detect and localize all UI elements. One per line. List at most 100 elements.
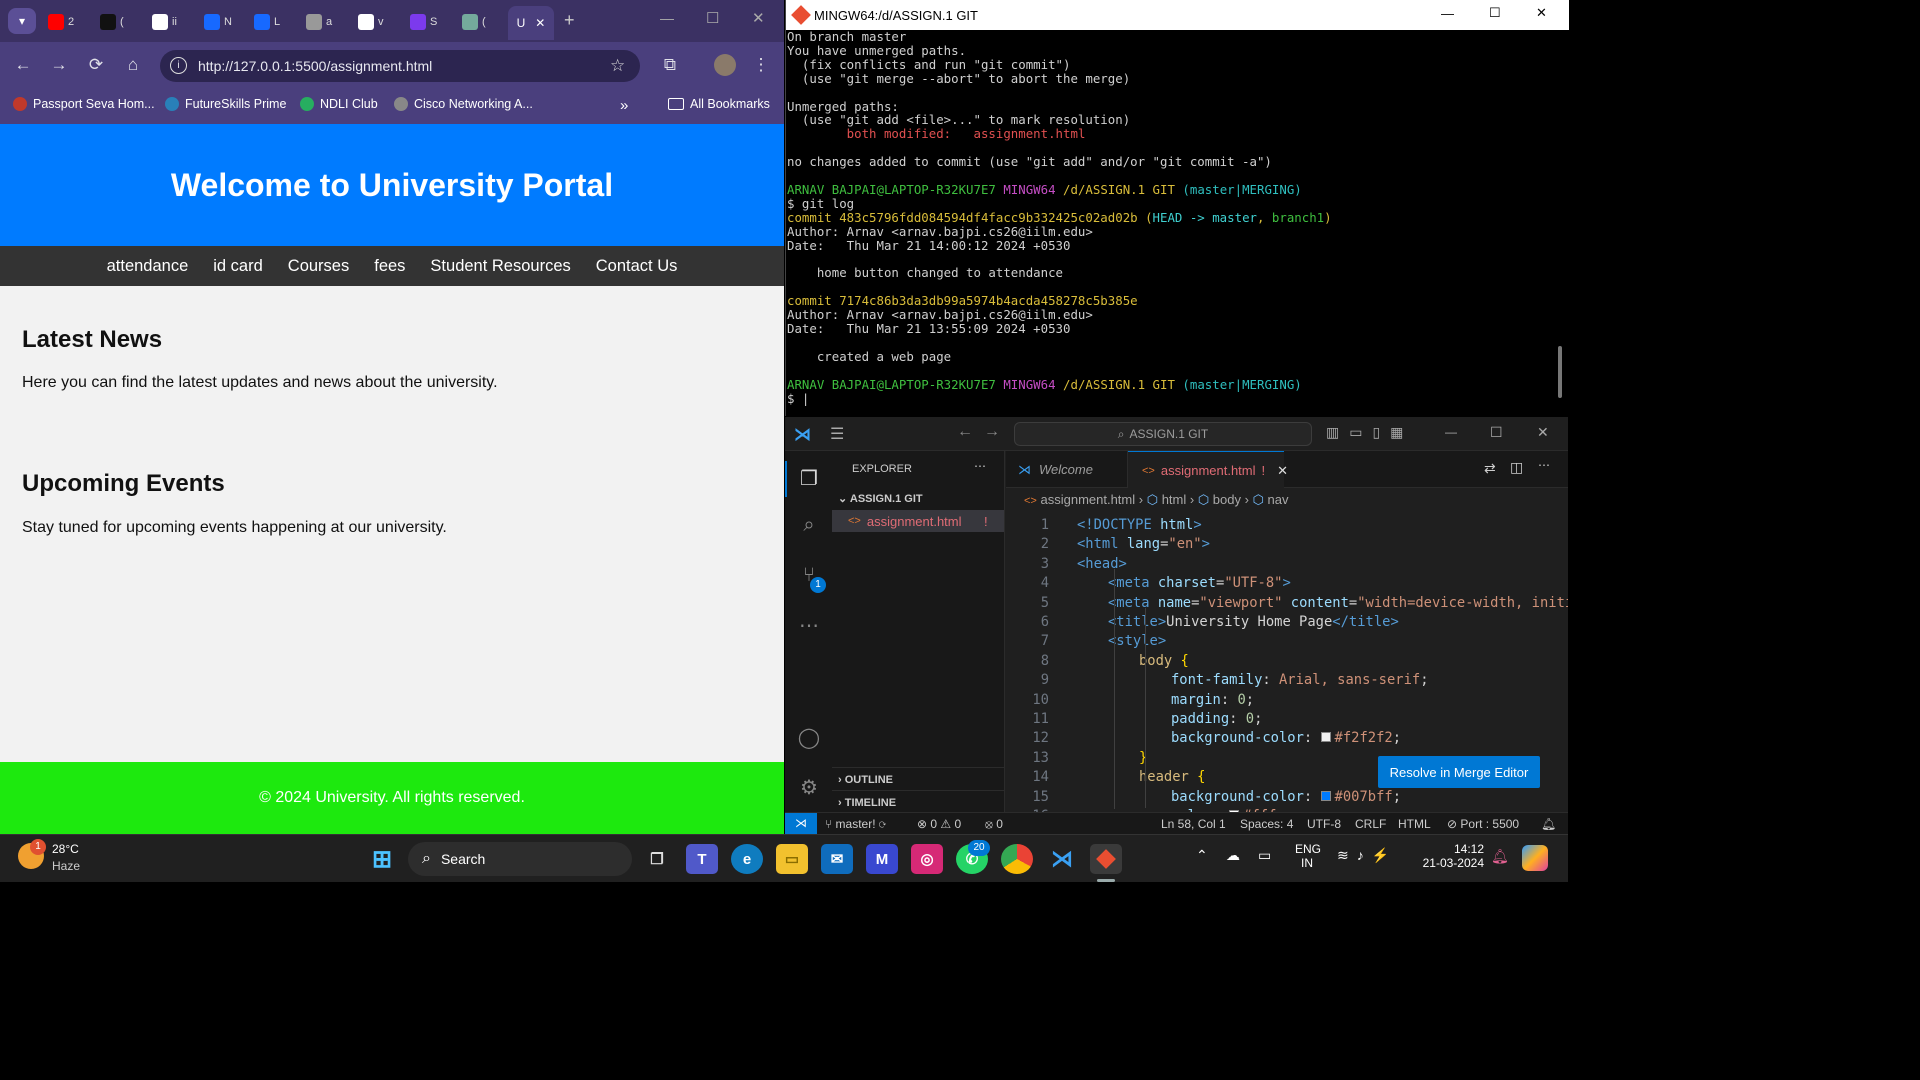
terminal-scrollbar[interactable] — [1558, 346, 1562, 398]
bookmark-passport-seva[interactable]: Passport Seva Hom... — [13, 97, 155, 111]
encoding[interactable]: UTF-8 — [1307, 817, 1341, 831]
menu-icon[interactable]: ⋮ — [747, 51, 775, 79]
more-views-icon[interactable]: ⋯ — [795, 611, 823, 639]
ports-indicator[interactable]: ⦻ 0 — [985, 817, 1003, 832]
start-button[interactable]: ⊞ — [366, 844, 398, 874]
vscode-close[interactable]: ✕ — [1537, 424, 1549, 441]
nav-link-fees[interactable]: fees — [374, 257, 405, 276]
new-tab-button[interactable]: + — [564, 10, 575, 31]
color-swatch[interactable] — [1320, 732, 1331, 743]
browser-tab[interactable]: ii — [152, 8, 177, 36]
file-item-assignment[interactable]: <> assignment.html ! — [832, 510, 1004, 532]
profile-avatar[interactable] — [714, 54, 736, 76]
nav-link-id-card[interactable]: id card — [213, 257, 263, 276]
split-editor-icon[interactable]: ◫ — [1510, 459, 1523, 476]
accounts-icon[interactable]: ◯ — [795, 723, 823, 751]
clock[interactable]: 14:12 21-03-2024 — [1422, 842, 1484, 870]
nav-link-courses[interactable]: Courses — [288, 257, 349, 276]
indentation[interactable]: Spaces: 4 — [1240, 817, 1293, 831]
active-tab[interactable]: U ✕ — [508, 6, 554, 40]
vscode-taskbar-icon[interactable]: ⋊ — [1046, 844, 1078, 874]
bookmark-ndli[interactable]: NDLI Club — [300, 97, 378, 111]
app-icon[interactable]: M — [866, 844, 898, 874]
notification-bell-icon[interactable]: 🔔︎ — [1491, 848, 1509, 865]
tab-welcome[interactable]: ⋊ Welcome — [1006, 451, 1128, 488]
breadcrumb-body[interactable]: body — [1213, 492, 1241, 507]
browser-tab[interactable]: S — [410, 8, 437, 36]
folder-row[interactable]: ⌄ ASSIGN.1 GIT — [838, 492, 923, 505]
terminal-minimize[interactable]: — — [1441, 6, 1454, 21]
browser-tab[interactable]: v — [358, 8, 384, 36]
teams-icon[interactable]: T — [686, 844, 718, 874]
compare-icon[interactable]: ⇄ — [1484, 460, 1496, 477]
tab-assignment-html[interactable]: <> assignment.html! ✕ — [1128, 451, 1288, 489]
close-tab-icon[interactable]: ✕ — [535, 16, 545, 30]
browser-tab[interactable]: ( — [100, 8, 124, 36]
back-icon[interactable]: ← — [9, 51, 37, 79]
onedrive-icon[interactable]: ☁ — [1226, 847, 1240, 864]
bookmark-star-icon[interactable]: ☆ — [610, 56, 625, 76]
taskbar-search[interactable]: ⌕ Search — [408, 842, 632, 876]
terminal-maximize[interactable]: ☐ — [1489, 5, 1501, 21]
layout-icons[interactable]: ▥▭▯▦ — [1326, 424, 1413, 441]
editor-more-icon[interactable]: ⋯ — [1538, 458, 1550, 472]
mail-icon[interactable]: ✉ — [821, 844, 853, 874]
problems-indicator[interactable]: ⊗ 0 ⚠ 0 — [917, 817, 961, 831]
copilot-icon[interactable] — [1522, 845, 1548, 871]
browser-tab[interactable]: L — [254, 8, 280, 36]
maximize-button[interactable]: ☐ — [706, 9, 719, 27]
reload-icon[interactable]: ⟳ — [82, 51, 110, 79]
git-bash-taskbar-icon[interactable] — [1090, 844, 1122, 874]
nav-link-attendance[interactable]: attendance — [107, 257, 189, 276]
browser-tab[interactable]: 2 — [48, 8, 74, 36]
terminal-close[interactable]: ✕ — [1536, 5, 1547, 21]
color-swatch[interactable] — [1320, 790, 1331, 801]
language-indicator[interactable]: ENG IN — [1295, 842, 1321, 870]
more-bookmarks-icon[interactable]: » — [620, 97, 628, 114]
network-volume-battery-icons[interactable]: ≋♪⚡ — [1337, 847, 1397, 864]
line-endings[interactable]: CRLF — [1355, 817, 1386, 831]
browser-tab[interactable]: N — [204, 8, 232, 36]
browser-tab[interactable]: a — [306, 8, 332, 36]
close-tab-icon[interactable]: ✕ — [1277, 463, 1288, 479]
resolve-merge-editor-button[interactable]: Resolve in Merge Editor — [1378, 756, 1540, 788]
edge-icon[interactable]: e — [731, 844, 763, 874]
command-center[interactable]: ⌕ ASSIGN.1 GIT — [1014, 422, 1312, 446]
tray-app-icon[interactable]: ▭ — [1258, 847, 1271, 864]
remote-icon[interactable]: ⋊ — [785, 813, 817, 835]
live-server-port[interactable]: ⊘ Port : 5500 — [1447, 817, 1519, 831]
address-bar[interactable]: i http://127.0.0.1:5500/assignment.html … — [160, 50, 640, 82]
chrome-icon[interactable] — [1001, 844, 1033, 874]
instagram-icon[interactable]: ◎ — [911, 844, 943, 874]
explorer-icon[interactable]: ❐ — [795, 464, 823, 492]
home-icon[interactable]: ⌂ — [119, 51, 147, 79]
breadcrumb-html[interactable]: html — [1162, 492, 1187, 507]
nav-link-student-resources[interactable]: Student Resources — [430, 257, 570, 276]
search-view-icon[interactable]: ⌕ — [795, 511, 823, 539]
close-window-button[interactable]: ✕ — [752, 9, 765, 27]
cursor-position[interactable]: Ln 58, Col 1 — [1161, 817, 1226, 831]
branch-indicator[interactable]: ⑂ master! ⟳ — [825, 817, 886, 831]
breadcrumb-nav[interactable]: nav — [1268, 492, 1289, 507]
site-info-icon[interactable]: i — [170, 57, 187, 74]
git-bash-window[interactable]: MINGW64:/d/ASSIGN.1 GIT — ☐ ✕ On branch … — [785, 0, 1569, 416]
vscode-minimize[interactable]: — — [1445, 425, 1457, 439]
bookmark-futureskills[interactable]: FutureSkills Prime — [165, 97, 286, 111]
extensions-icon[interactable]: ⧉ — [656, 51, 684, 79]
file-explorer-icon[interactable]: ▭ — [776, 844, 808, 874]
sync-icon[interactable]: ⟳ — [879, 817, 886, 831]
explorer-more-icon[interactable]: ⋯ — [974, 459, 986, 473]
settings-gear-icon[interactable]: ⚙ — [795, 773, 823, 801]
tray-overflow-icon[interactable]: ⌃ — [1196, 847, 1208, 864]
notifications-icon[interactable]: 🔔︎ — [1541, 817, 1556, 831]
bookmark-cisco[interactable]: Cisco Networking A... — [394, 97, 533, 111]
task-view-icon[interactable]: ❐ — [641, 844, 673, 874]
browser-tab[interactable]: ( — [462, 8, 486, 36]
nav-forward-icon[interactable]: → — [984, 423, 1000, 441]
all-bookmarks[interactable]: All Bookmarks — [668, 97, 770, 111]
weather-temp[interactable]: 28°C — [52, 842, 79, 856]
breadcrumb-file[interactable]: assignment.html — [1040, 492, 1135, 507]
outline-section[interactable]: › OUTLINE — [832, 767, 1004, 786]
minimize-button[interactable]: — — [660, 10, 674, 26]
timeline-section[interactable]: › TIMELINE — [832, 790, 1004, 809]
